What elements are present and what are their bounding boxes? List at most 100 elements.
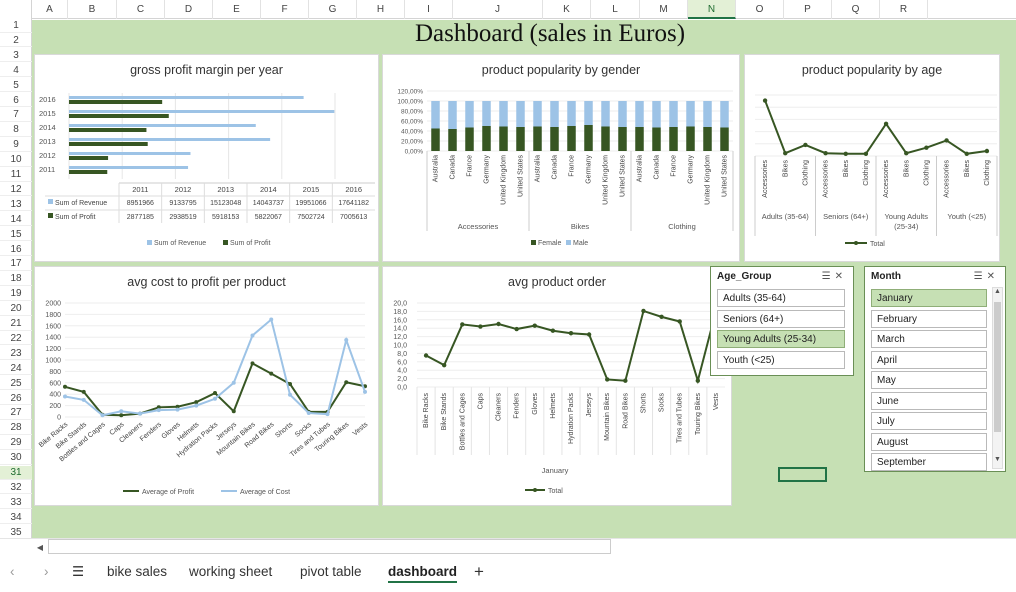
clear-filter-icon[interactable]: ✕ xyxy=(987,271,999,282)
slicer-item[interactable]: Seniors (64+) xyxy=(717,309,845,328)
row-header-3[interactable]: 3 xyxy=(0,49,32,63)
row-header-29[interactable]: 29 xyxy=(0,436,32,450)
slicer-item[interactable]: February xyxy=(871,309,987,328)
selected-cell[interactable] xyxy=(778,467,827,482)
column-header-I[interactable]: I xyxy=(405,0,453,19)
slicer-age-group[interactable]: Age_Group ☰✕ Adults (35-64) Seniors (64+)… xyxy=(710,266,854,376)
row-header-16[interactable]: 16 xyxy=(0,243,32,256)
tab-dashboard[interactable]: dashboard xyxy=(388,561,458,583)
column-header-P[interactable]: P xyxy=(784,0,832,19)
add-sheet-button[interactable]: + xyxy=(474,561,484,583)
horizontal-scrollbar[interactable]: ◀ xyxy=(0,538,1016,556)
multi-select-icon[interactable]: ☰ xyxy=(822,271,835,282)
row-header-26[interactable]: 26 xyxy=(0,392,32,405)
row-header-22[interactable]: 22 xyxy=(0,332,32,346)
column-header-B[interactable]: B xyxy=(68,0,117,19)
column-header-A[interactable]: A xyxy=(32,0,68,19)
multi-select-icon[interactable]: ☰ xyxy=(974,271,987,282)
row-header-32[interactable]: 32 xyxy=(0,481,32,495)
column-headers[interactable]: ABCDEFGHIJKLMNOPQR xyxy=(0,0,1016,19)
row-header-18[interactable]: 18 xyxy=(0,272,32,286)
sheet-list-menu-icon[interactable]: ☰ xyxy=(72,561,84,583)
row-header-33[interactable]: 33 xyxy=(0,496,32,510)
row-header-20[interactable]: 20 xyxy=(0,302,32,316)
row-header-8[interactable]: 8 xyxy=(0,123,32,137)
row-header-14[interactable]: 14 xyxy=(0,213,32,227)
slicer-item[interactable]: Youth (<25) xyxy=(717,350,845,369)
row-headers[interactable]: 1 2 3 4 5 6 7 8 9 10 11 12 13 14 15 16 17 18 19 20 21 22 23 24 2… xyxy=(0,19,32,538)
clear-filter-icon[interactable]: ✕ xyxy=(835,271,847,282)
slicer-item[interactable]: June xyxy=(871,391,987,410)
chart-popularity-by-age[interactable]: product popularity by age Accessories Bik… xyxy=(744,54,1000,262)
slicer-controls[interactable]: ☰✕ xyxy=(974,271,999,282)
slicer-controls[interactable]: ☰✕ xyxy=(822,271,847,282)
scroll-thumb[interactable] xyxy=(994,302,1001,432)
row-header-28[interactable]: 28 xyxy=(0,421,32,435)
chart-avg-product-order[interactable]: avg product order 0,0 2,0 4,0 6,0 8,0 10,0 12,… xyxy=(382,266,732,506)
row-header-10[interactable]: 10 xyxy=(0,153,32,167)
row-header-21[interactable]: 21 xyxy=(0,317,32,331)
column-header-N[interactable]: N xyxy=(688,0,736,19)
slicer-item[interactable]: September xyxy=(871,453,987,471)
tab-working-sheet[interactable]: working sheet xyxy=(189,561,272,583)
column-header-Q[interactable]: Q xyxy=(832,0,880,19)
select-all-corner[interactable] xyxy=(0,0,32,19)
slicer-scrollbar[interactable]: ▲ ▼ xyxy=(992,287,1003,469)
slicer-item[interactable]: Young Adults (25-34) xyxy=(717,330,845,348)
row-header-2[interactable]: 2 xyxy=(0,34,32,48)
row-header-13[interactable]: 13 xyxy=(0,198,32,212)
slicer-item[interactable]: July xyxy=(871,412,987,430)
slicer-item[interactable]: Adults (35-64) xyxy=(717,289,845,307)
row-header-19[interactable]: 19 xyxy=(0,287,32,301)
row-header-11[interactable]: 11 xyxy=(0,168,32,182)
chart-popularity-by-gender[interactable]: product popularity by gender 0,00% 20,00%… xyxy=(382,54,740,262)
chart-gross-profit-margin[interactable]: gross profit margin per year 2011 2012 201… xyxy=(34,54,379,262)
prev-sheet-button[interactable]: ‹ xyxy=(10,561,15,583)
row-header-9[interactable]: 9 xyxy=(0,138,32,152)
row-header-25[interactable]: 25 xyxy=(0,377,32,391)
scroll-down-icon[interactable]: ▼ xyxy=(993,456,1002,468)
slicer-item[interactable]: May xyxy=(871,371,987,389)
slicer-month[interactable]: Month ☰✕ January February March April May Jun… xyxy=(864,266,1006,472)
column-header-F[interactable]: F xyxy=(261,0,309,19)
slicer-item[interactable]: January xyxy=(871,289,987,307)
column-header-C[interactable]: C xyxy=(117,0,165,19)
column-header-G[interactable]: G xyxy=(309,0,357,19)
row-header-15[interactable]: 15 xyxy=(0,228,32,242)
column-header-M[interactable]: M xyxy=(640,0,688,19)
row-header-23[interactable]: 23 xyxy=(0,347,32,361)
tab-bike-sales[interactable]: bike sales xyxy=(107,561,167,583)
column-header-O[interactable]: O xyxy=(736,0,784,19)
row-header-35[interactable]: 35 xyxy=(0,526,32,538)
row-header-17[interactable]: 17 xyxy=(0,257,32,271)
column-header-H[interactable]: H xyxy=(357,0,405,19)
slicer-item[interactable]: August xyxy=(871,432,987,451)
row-header-1[interactable]: 1 xyxy=(0,19,32,33)
row-header-5[interactable]: 5 xyxy=(0,79,32,93)
row-header-34[interactable]: 34 xyxy=(0,511,32,525)
column-header-K[interactable]: K xyxy=(543,0,591,19)
column-header-J[interactable]: J xyxy=(453,0,543,19)
slicer-item[interactable]: March xyxy=(871,330,987,348)
row-header-27[interactable]: 27 xyxy=(0,406,32,420)
row-header-24[interactable]: 24 xyxy=(0,362,32,376)
row-header-4[interactable]: 4 xyxy=(0,64,32,78)
row-header-7[interactable]: 7 xyxy=(0,108,32,122)
scroll-thumb[interactable] xyxy=(48,539,611,554)
tab-pivot-table[interactable]: pivot table xyxy=(300,561,362,583)
legend-key xyxy=(147,240,152,245)
column-header-D[interactable]: D xyxy=(165,0,213,19)
slicer-item[interactable]: April xyxy=(871,350,987,369)
column-header-L[interactable]: L xyxy=(591,0,640,19)
next-sheet-button[interactable]: › xyxy=(44,561,49,583)
row-header-12[interactable]: 12 xyxy=(0,183,32,197)
chart-avg-cost-to-profit[interactable]: avg cost to profit per product 0 200 400 60… xyxy=(34,266,379,506)
row-header-30[interactable]: 30 xyxy=(0,451,32,465)
column-header-E[interactable]: E xyxy=(213,0,261,19)
row-header-6[interactable]: 6 xyxy=(0,94,32,107)
scroll-up-icon[interactable]: ▲ xyxy=(993,288,1002,300)
spreadsheet-area[interactable]: ABCDEFGHIJKLMNOPQR 1 2 3 4 5 6 7 8 9 10 11 12 13 14 15… xyxy=(0,0,1016,538)
row-header-31[interactable]: 31 xyxy=(0,466,32,480)
scroll-left-icon[interactable]: ◀ xyxy=(34,542,46,554)
column-header-R[interactable]: R xyxy=(880,0,928,19)
